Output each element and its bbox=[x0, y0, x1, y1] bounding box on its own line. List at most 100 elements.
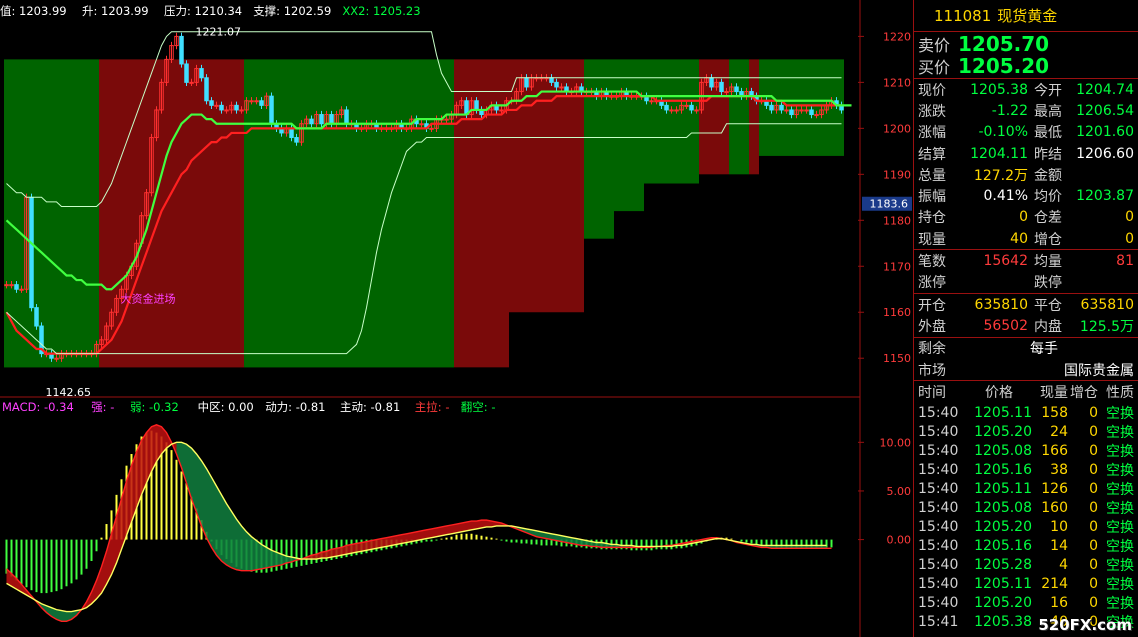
trade-cell-v: 158 bbox=[1041, 404, 1068, 421]
stat-row: 持仓 0 仓差 0 bbox=[918, 207, 1134, 228]
trade-cell-p: 1205.08 bbox=[974, 442, 1032, 459]
stat-cell: 81 bbox=[1116, 253, 1134, 270]
trade-row[interactable]: 15:40 1205.16 38 0 空换 bbox=[914, 460, 1138, 479]
stat-cell: 笔数 bbox=[918, 254, 946, 271]
trade-cell-n: 空换 bbox=[1106, 405, 1134, 422]
candle-body bbox=[34, 307, 39, 327]
trade-cell-p: 1205.38 bbox=[974, 613, 1032, 630]
candle-body bbox=[664, 104, 669, 111]
trade-cell-t: 15:41 bbox=[918, 613, 959, 630]
trade-cell-o: 0 bbox=[1089, 594, 1098, 611]
macd-chart bbox=[5, 424, 833, 622]
legend-item: 升: 1203.99 bbox=[82, 4, 149, 18]
top-legend: 值: 1203.99 升: 1203.99 压力: 1210.34 支撑: 1202.… bbox=[0, 4, 421, 18]
candle-body bbox=[779, 104, 784, 111]
trade-row[interactable]: 15:40 1205.16 14 0 空换 bbox=[914, 536, 1138, 555]
stat-cell: 现价 bbox=[918, 82, 946, 99]
annotation-label: 1142.65 bbox=[46, 386, 92, 399]
sell-row: 卖价 1205.70 bbox=[918, 32, 1134, 56]
candle-body bbox=[444, 118, 449, 121]
stat-cell: 均量 bbox=[1034, 254, 1062, 271]
market-value: 国际贵金属 bbox=[1064, 362, 1134, 379]
band-step bbox=[759, 155, 844, 395]
trade-cell-v: 14 bbox=[1050, 537, 1068, 554]
trade-cell-t: 15:40 bbox=[918, 575, 959, 592]
trade-cell-p: 1205.16 bbox=[974, 537, 1032, 554]
trade-cell-p: 1205.20 bbox=[974, 423, 1032, 440]
candle-body bbox=[54, 357, 59, 360]
col-price: 价格 bbox=[985, 385, 1013, 402]
stat-cell: 0 bbox=[1019, 209, 1028, 226]
trade-cell-n: 空换 bbox=[1106, 500, 1134, 517]
market-label: 市场 bbox=[918, 362, 946, 379]
trade-cell-p: 1205.20 bbox=[974, 594, 1032, 611]
trade-row[interactable]: 15:40 1205.20 24 0 空换 bbox=[914, 422, 1138, 441]
stat-row: 涨幅 -0.10% 最低 1201.60 bbox=[918, 122, 1134, 143]
current-price-label: 1183.6 bbox=[870, 198, 909, 211]
y-tick-label: 1210 bbox=[883, 76, 911, 89]
stat-cell: 15642 bbox=[983, 253, 1028, 270]
stat-row: 外盘 56502 内盘 125.5万 bbox=[918, 315, 1134, 336]
trade-cell-p: 1205.08 bbox=[974, 499, 1032, 516]
macd-fill bbox=[231, 511, 237, 570]
trade-cell-p: 1205.28 bbox=[974, 556, 1032, 573]
legend-item: 动力: -0.81 bbox=[265, 400, 325, 414]
annotation-label: 1221.07 bbox=[196, 25, 242, 38]
trade-cell-t: 15:40 bbox=[918, 499, 959, 516]
stat-cell: 1201.60 bbox=[1076, 124, 1134, 141]
candle-body bbox=[789, 109, 794, 116]
trade-row[interactable]: 15:40 1205.08 166 0 空换 bbox=[914, 441, 1138, 460]
trade-row[interactable]: 15:40 1205.11 214 0 空换 bbox=[914, 574, 1138, 593]
trade-cell-o: 0 bbox=[1089, 442, 1098, 459]
stat-cell: 持仓 bbox=[918, 210, 946, 227]
candle-body bbox=[684, 104, 689, 107]
trade-cell-n: 空换 bbox=[1106, 576, 1134, 593]
stat-cell: 0 bbox=[1125, 209, 1134, 226]
macd-fill bbox=[271, 550, 277, 567]
stat-cell: -1.22 bbox=[991, 102, 1028, 119]
stat-cell: 内盘 bbox=[1034, 318, 1062, 335]
stat-row: 现量 40 增仓 0 bbox=[918, 228, 1134, 249]
stat-cell: 总量 bbox=[918, 167, 946, 184]
candle-body bbox=[9, 284, 14, 287]
candle-body bbox=[429, 127, 434, 130]
candle-body bbox=[309, 118, 314, 125]
candle-body bbox=[249, 100, 254, 103]
trade-row[interactable]: 15:40 1205.11 158 0 空换 bbox=[914, 403, 1138, 422]
stat-cell: 结算 bbox=[918, 146, 946, 163]
trade-cell-p: 1205.11 bbox=[974, 480, 1032, 497]
candle-body bbox=[554, 81, 559, 88]
trades-list[interactable]: 15:40 1205.11 158 0 空换 15:40 1205.20 24 0 空换 15:40… bbox=[914, 403, 1138, 631]
trade-cell-t: 15:40 bbox=[918, 518, 959, 535]
candle-body bbox=[199, 68, 204, 79]
macd-y-tick-label: 5.00 bbox=[887, 485, 912, 498]
y-tick-label: 1150 bbox=[883, 352, 911, 365]
candle-body bbox=[184, 63, 189, 83]
stat-cell: 635810 bbox=[1080, 296, 1134, 313]
trade-cell-o: 0 bbox=[1089, 518, 1098, 535]
macd-fill bbox=[206, 468, 212, 548]
stat-cell: 最低 bbox=[1034, 125, 1062, 142]
stat-cell: 1203.87 bbox=[1076, 188, 1134, 205]
stat-cell: 56502 bbox=[983, 317, 1028, 334]
stat-cell: 今开 bbox=[1034, 82, 1062, 99]
stat-cell: 125.5万 bbox=[1079, 318, 1134, 335]
stats-grid-3: 开仓 635810 平仓 635810 外盘 56502 内盘 125.5万 bbox=[914, 294, 1138, 338]
macd-fill bbox=[221, 494, 227, 565]
trade-cell-n: 空换 bbox=[1106, 443, 1134, 460]
stat-cell: 635810 bbox=[974, 296, 1028, 313]
trade-row[interactable]: 15:40 1205.20 10 0 空换 bbox=[914, 517, 1138, 536]
trade-row[interactable]: 15:40 1205.28 4 0 空换 bbox=[914, 555, 1138, 574]
watermark: 520FX.com bbox=[1038, 616, 1132, 634]
candle-body bbox=[689, 104, 694, 111]
trade-row[interactable]: 15:40 1205.11 126 0 空换 bbox=[914, 479, 1138, 498]
trade-cell-p: 1205.11 bbox=[974, 575, 1032, 592]
stat-cell: 涨停 bbox=[918, 275, 946, 292]
trade-row[interactable]: 15:40 1205.08 160 0 空换 bbox=[914, 498, 1138, 517]
legend-item: 强: - bbox=[91, 400, 114, 414]
trade-row[interactable]: 15:40 1205.20 16 0 空换 bbox=[914, 593, 1138, 612]
trade-cell-n: 空换 bbox=[1106, 462, 1134, 479]
candle-body bbox=[269, 95, 274, 125]
surplus-row: 剩余 每手 bbox=[918, 338, 1134, 359]
trade-cell-t: 15:40 bbox=[918, 461, 959, 478]
